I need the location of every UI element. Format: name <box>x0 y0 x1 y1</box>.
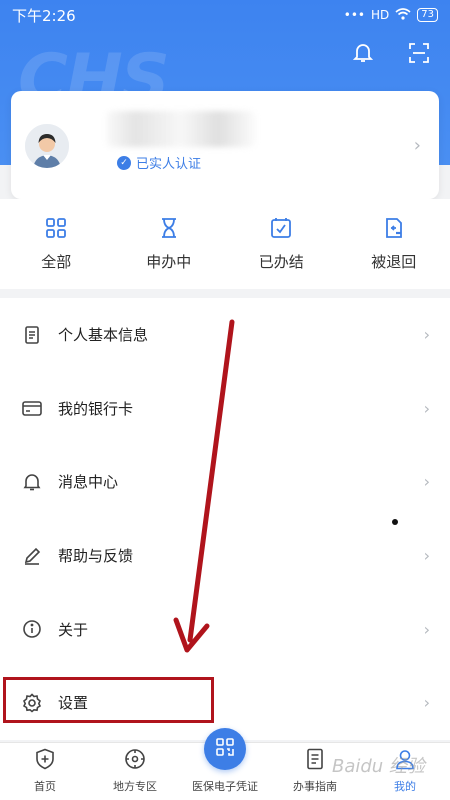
chevron-right-icon: › <box>413 135 421 156</box>
menu-item-messages[interactable]: 消息中心 › <box>0 445 450 519</box>
baidu-watermark: Baidu 经验 <box>332 756 425 777</box>
blurred-name <box>106 111 256 147</box>
quick-action-label: 申办中 <box>146 253 192 271</box>
quick-action-in-progress[interactable]: 申办中 <box>113 199 226 289</box>
tab-home[interactable]: 首页 <box>0 743 90 800</box>
signal-label: HD <box>371 8 390 22</box>
bell-icon <box>22 472 42 492</box>
verified-badge-icon: ✓ <box>117 155 131 170</box>
quick-action-label: 被退回 <box>371 253 417 271</box>
menu-item-help-feedback[interactable]: 帮助与反馈 › <box>0 519 450 593</box>
quick-action-completed[interactable]: 已办结 <box>225 199 338 289</box>
tab-label: 地方专区 <box>113 780 157 793</box>
compass-icon <box>124 748 146 774</box>
tab-local[interactable]: 地方专区 <box>90 743 180 800</box>
menu-label: 消息中心 <box>58 473 119 492</box>
menu-item-personal-info[interactable]: 个人基本信息 › <box>0 298 450 372</box>
quick-action-returned[interactable]: 被退回 <box>338 199 450 289</box>
home-shield-icon <box>34 748 56 774</box>
profile-card[interactable]: ✓ 已实人认证 › <box>11 91 439 199</box>
quick-action-all[interactable]: 全部 <box>0 199 113 289</box>
tab-label: 我的 <box>394 780 416 793</box>
tab-label: 首页 <box>34 780 56 793</box>
quick-action-label: 已办结 <box>258 253 304 271</box>
avatar <box>25 124 69 168</box>
menu-label: 我的银行卡 <box>58 399 134 418</box>
more-dots-icon: ••• <box>343 8 365 22</box>
returned-doc-icon <box>383 217 405 243</box>
document-icon <box>22 325 42 345</box>
qr-code-icon <box>215 737 235 761</box>
verified-status: ✓ 已实人认证 <box>117 153 201 172</box>
pen-icon <box>22 546 42 566</box>
tab-label: 医保电子凭证 <box>192 780 258 793</box>
wifi-icon <box>395 7 411 23</box>
menu-label: 关于 <box>58 620 89 639</box>
chevron-right-icon: › <box>423 546 430 566</box>
chevron-right-icon: › <box>423 619 430 639</box>
hourglass-icon <box>158 217 180 243</box>
checkbox-icon <box>270 217 292 243</box>
quick-action-label: 全部 <box>41 253 72 271</box>
menu-item-bank-card[interactable]: 我的银行卡 › <box>0 372 450 446</box>
annotation-dot <box>392 519 398 525</box>
info-icon <box>22 619 42 639</box>
scan-icon[interactable] <box>406 40 432 66</box>
guide-document-icon <box>305 748 325 774</box>
status-time: 下午2:26 <box>12 6 76 25</box>
chevron-right-icon: › <box>423 472 430 492</box>
chevron-right-icon: › <box>423 693 430 713</box>
status-bar: 下午2:26 ••• HD 73 <box>0 0 450 30</box>
menu-label: 个人基本信息 <box>58 326 149 345</box>
menu-label: 帮助与反馈 <box>58 547 134 566</box>
verified-text: 已实人认证 <box>136 157 202 172</box>
tab-label: 办事指南 <box>293 780 337 793</box>
e-voucher-qr-button[interactable] <box>204 728 246 770</box>
chevron-right-icon: › <box>423 325 430 345</box>
chevron-right-icon: › <box>423 398 430 418</box>
grid-icon <box>45 217 67 243</box>
card-icon <box>22 398 42 418</box>
settings-highlight-box <box>3 677 214 723</box>
battery-icon: 73 <box>417 8 438 22</box>
notification-bell-icon[interactable] <box>350 40 376 66</box>
menu-item-about[interactable]: 关于 › <box>0 592 450 666</box>
menu-list: 个人基本信息 › 我的银行卡 › 消息中心 › 帮助与反馈 › 关于 › 设置 … <box>0 298 450 740</box>
quick-actions: 全部 申办中 已办结 被退回 <box>0 199 450 289</box>
